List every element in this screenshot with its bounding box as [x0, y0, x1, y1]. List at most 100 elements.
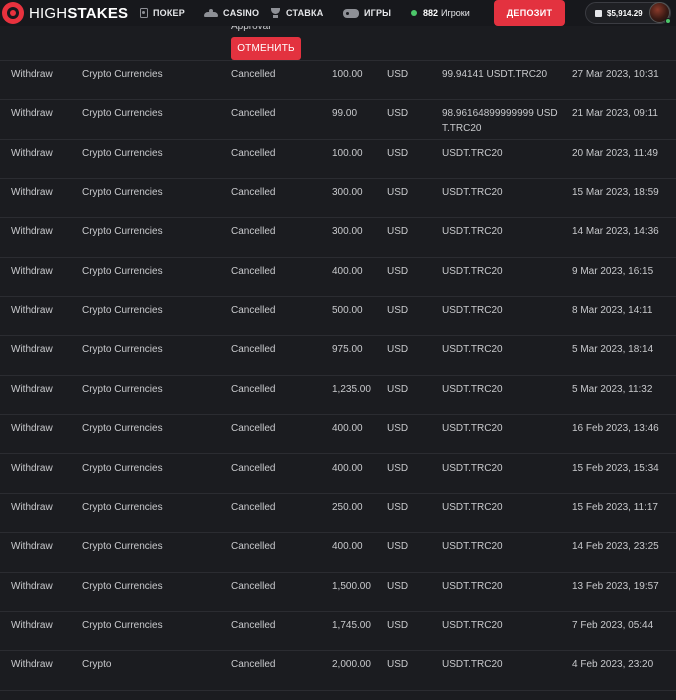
details-cell-text: USDT.TRC20	[442, 580, 503, 592]
date-cell: 20 Mar 2023, 11:49	[572, 146, 658, 161]
amount-cell: 400.00	[332, 461, 363, 476]
status-cell-text: Cancelled	[231, 344, 276, 356]
transactions-table: WithdrawCrypto CurrenciesPending Manual …	[0, 0, 676, 700]
type-cell: Withdraw	[11, 657, 53, 672]
date-cell: 8 Mar 2023, 14:11	[572, 303, 652, 318]
currency-cell-text: USD	[387, 619, 409, 631]
type-cell: Withdraw	[11, 579, 53, 594]
method-cell-text: Crypto	[82, 659, 112, 671]
method-cell: Crypto Currencies	[82, 579, 202, 594]
status-cell: Cancelled	[231, 539, 326, 554]
status-cell-text: Cancelled	[231, 462, 276, 474]
status-cell-text: Cancelled	[231, 619, 276, 631]
date-cell: 13 Feb 2023, 19:57	[572, 579, 659, 594]
type-cell: Withdraw	[11, 303, 53, 318]
status-cell: Cancelled	[231, 500, 326, 515]
details-cell-text: USDT.TRC20	[442, 423, 503, 435]
amount-cell: 100.00	[332, 146, 363, 161]
status-cell-text: Cancelled	[231, 69, 276, 80]
details-cell: USDT.TRC20	[442, 421, 562, 436]
date-cell-text: 7 Feb 2023, 05:44	[572, 619, 654, 631]
date-cell: 27 Mar 2023, 10:31	[572, 67, 659, 82]
currency-cell: USD	[387, 382, 408, 397]
table-row: Withdraw Crypto Currencies Cancelled 300.00…	[0, 218, 676, 258]
date-cell-text: 8 Mar 2023, 14:11	[572, 305, 653, 317]
date-cell-text: 5 Mar 2023, 18:14	[572, 344, 654, 356]
nav-poker[interactable]: ПОКЕР	[140, 0, 185, 26]
type-cell-text: Withdraw	[11, 187, 53, 199]
amount-cell: 400.00	[332, 421, 363, 436]
table-row: Withdraw Crypto Currencies Cancelled 400.00…	[0, 533, 676, 573]
table-row: Withdraw Crypto Currencies Cancelled 1,745.…	[0, 612, 676, 652]
details-cell-text: USDT.TRC20	[442, 619, 503, 631]
date-cell: 4 Feb 2023, 23:20	[572, 657, 653, 672]
date-cell: 5 Mar 2023, 11:32	[572, 382, 652, 397]
date-cell: 5 Mar 2023, 18:14	[572, 342, 653, 357]
method-cell-text: Crypto Currencies	[82, 265, 163, 277]
amount-cell: 2,000.00	[332, 657, 371, 672]
details-cell-text: 98.96164899999999 USDT.TRC20	[442, 108, 558, 135]
details-cell: USDT.TRC20	[442, 224, 562, 239]
nav-bet[interactable]: СТАВКА	[270, 0, 323, 26]
type-cell: Withdraw	[11, 146, 53, 161]
deposit-button[interactable]: ДЕПОЗИТ	[494, 0, 565, 26]
wallet-icon	[595, 9, 602, 17]
online-status-icon	[411, 10, 417, 16]
method-cell: Crypto Currencies	[82, 106, 202, 121]
type-cell-text: Withdraw	[11, 265, 53, 277]
currency-cell-text: USD	[387, 305, 409, 317]
casino-table-icon	[204, 9, 218, 17]
table-row: Withdraw Crypto Currencies Cancelled 975.00…	[0, 336, 676, 376]
method-cell: Crypto Currencies	[82, 146, 202, 161]
table-row: Withdraw Crypto Currencies Cancelled 250.00…	[0, 494, 676, 534]
nav-games[interactable]: ИГРЫ	[343, 0, 391, 26]
site-logo[interactable]: HIGHSTAKES	[2, 2, 128, 24]
method-cell-text: Crypto Currencies	[82, 226, 163, 238]
table-row: Withdraw Crypto Currencies Cancelled 400.00…	[0, 415, 676, 455]
amount-cell-text: 100.00	[332, 69, 363, 80]
currency-cell: USD	[387, 579, 408, 594]
type-cell-text: Withdraw	[11, 423, 53, 435]
cancel-withdrawal-button[interactable]: ОТМЕНИТЬ	[231, 37, 301, 60]
currency-cell: USD	[387, 421, 408, 436]
type-cell: Withdraw	[11, 67, 53, 82]
type-cell: Withdraw	[11, 342, 53, 357]
amount-cell: 400.00	[332, 264, 363, 279]
nav-poker-label: ПОКЕР	[153, 8, 185, 18]
details-cell-text: USDT.TRC20	[442, 383, 503, 395]
date-cell: 7 Feb 2023, 05:44	[572, 618, 653, 633]
method-cell-text: Crypto Currencies	[82, 69, 163, 80]
currency-cell-text: USD	[387, 541, 409, 553]
status-cell-text: Cancelled	[231, 383, 276, 395]
method-cell-text: Crypto Currencies	[82, 187, 163, 199]
gamepad-icon	[343, 8, 359, 18]
details-cell-text: USDT.TRC20	[442, 344, 503, 356]
currency-cell: USD	[387, 67, 408, 82]
currency-cell-text: USD	[387, 69, 409, 80]
date-cell-text: 16 Feb 2023, 13:46	[572, 423, 659, 435]
date-cell: 15 Feb 2023, 11:17	[572, 500, 658, 515]
details-cell: USDT.TRC20	[442, 618, 562, 633]
date-cell-text: 9 Mar 2023, 16:15	[572, 265, 654, 277]
currency-cell: USD	[387, 146, 408, 161]
nav-casino[interactable]: CASINO	[204, 0, 259, 26]
currency-cell-text: USD	[387, 187, 409, 199]
status-cell: Cancelled	[231, 342, 326, 357]
amount-cell-text: 1,500.00	[332, 580, 371, 592]
logo-text: HIGHSTAKES	[29, 4, 129, 22]
status-cell-text: Cancelled	[231, 187, 276, 199]
date-cell: 14 Feb 2023, 23:25	[572, 539, 659, 554]
amount-cell: 975.00	[332, 342, 363, 357]
details-cell: USDT.TRC20	[442, 500, 562, 515]
status-cell-text: Cancelled	[231, 423, 276, 435]
amount-cell-text: 1,745.00	[332, 619, 371, 631]
amount-cell-text: 99.00	[332, 108, 358, 120]
amount-cell: 100.00	[332, 67, 363, 82]
details-cell-text: USDT.TRC20	[442, 305, 503, 317]
date-cell: 15 Feb 2023, 15:34	[572, 461, 659, 476]
amount-cell-text: 300.00	[332, 226, 363, 238]
status-cell: Cancelled	[231, 579, 326, 594]
table-row: Withdraw Crypto Currencies Cancelled 99.00 U…	[0, 100, 676, 140]
details-cell-text: USDT.TRC20	[442, 541, 503, 553]
type-cell-text: Withdraw	[11, 147, 53, 159]
